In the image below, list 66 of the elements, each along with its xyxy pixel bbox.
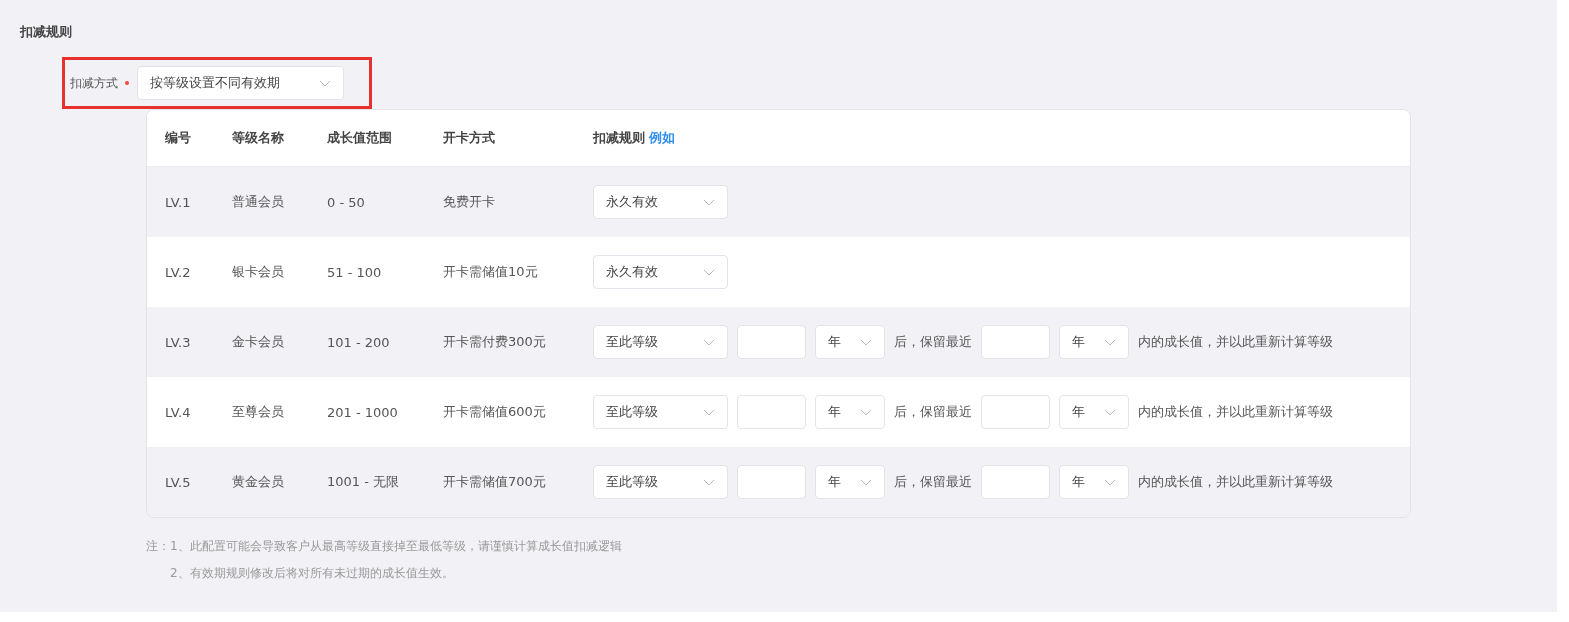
unit-select[interactable]: 年	[1059, 465, 1129, 499]
table-cell: 1001 - 无限	[327, 473, 400, 491]
chevron-down-icon	[703, 268, 715, 276]
method-select[interactable]: 按等级设置不同有效期	[137, 66, 344, 100]
rule-text: 后，保留最近	[894, 333, 972, 351]
rule-select[interactable]: 至此等级	[593, 465, 728, 499]
table-cell: LV.3	[165, 334, 191, 350]
input-field[interactable]	[737, 395, 806, 429]
chevron-down-icon	[1104, 338, 1116, 346]
unit-select[interactable]: 年	[815, 465, 885, 499]
rule-select[interactable]: 至此等级	[593, 325, 728, 359]
table-cell: 至尊会员	[232, 403, 284, 421]
column-header: 成长值范围	[327, 129, 392, 147]
chevron-down-icon	[860, 338, 872, 346]
table-cell: 普通会员	[232, 193, 284, 211]
table-cell: 银卡会员	[232, 263, 284, 281]
chevron-down-icon	[319, 79, 331, 87]
unit-select[interactable]: 年	[1059, 325, 1129, 359]
table-cell: 开卡需储值10元	[443, 263, 538, 281]
unit-select[interactable]: 年	[815, 395, 885, 429]
rule-select[interactable]: 永久有效	[593, 255, 728, 289]
table-cell: 开卡需付费300元	[443, 333, 546, 351]
note-text: 2、有效期规则修改后将对所有未过期的成长值生效。	[170, 565, 455, 582]
section-title: 扣减规则	[20, 23, 73, 41]
rule-text: 后，保留最近	[894, 473, 972, 491]
table-cell: 黄金会员	[232, 473, 284, 491]
table-cell: 开卡需储值700元	[443, 473, 546, 491]
table-cell: 101 - 200	[327, 334, 390, 350]
chevron-down-icon	[1104, 478, 1116, 486]
chevron-down-icon	[860, 408, 872, 416]
rule-text: 后，保留最近	[894, 403, 972, 421]
rule-text: 内的成长值，并以此重新计算等级	[1138, 403, 1333, 421]
table-cell: 免费开卡	[443, 193, 495, 211]
input-field[interactable]	[981, 395, 1050, 429]
unit-select[interactable]: 年	[815, 325, 885, 359]
chevron-down-icon	[703, 408, 715, 416]
table-cell: 金卡会员	[232, 333, 284, 351]
input-field[interactable]	[981, 325, 1050, 359]
column-header: 开卡方式	[443, 129, 495, 147]
rule-text: 内的成长值，并以此重新计算等级	[1138, 473, 1333, 491]
note-label: 注：	[146, 538, 170, 555]
table-cell: LV.1	[165, 194, 191, 210]
chevron-down-icon	[1104, 408, 1116, 416]
table-cell: LV.4	[165, 404, 191, 420]
column-header: 扣减规则	[593, 129, 645, 147]
table-cell: 201 - 1000	[327, 404, 398, 420]
table-cell: LV.5	[165, 474, 191, 490]
chevron-down-icon	[703, 198, 715, 206]
column-header: 等级名称	[232, 129, 284, 147]
input-field[interactable]	[737, 465, 806, 499]
input-field[interactable]	[737, 325, 806, 359]
input-field[interactable]	[981, 465, 1050, 499]
chevron-down-icon	[703, 338, 715, 346]
note-text: 1、此配置可能会导致客户从最高等级直接掉至最低等级，请谨慎计算成长值扣减逻辑	[170, 538, 622, 555]
table-cell: 开卡需储值600元	[443, 403, 546, 421]
chevron-down-icon	[860, 478, 872, 486]
rule-select[interactable]: 至此等级	[593, 395, 728, 429]
table-cell: LV.2	[165, 264, 191, 280]
unit-select[interactable]: 年	[1059, 395, 1129, 429]
chevron-down-icon	[703, 478, 715, 486]
rule-select[interactable]: 永久有效	[593, 185, 728, 219]
rule-text: 内的成长值，并以此重新计算等级	[1138, 333, 1333, 351]
field-label: 扣减方式	[70, 74, 118, 92]
table-cell: 0 - 50	[327, 194, 365, 210]
table-cell: 51 - 100	[327, 264, 382, 280]
column-header: 编号	[165, 129, 191, 147]
